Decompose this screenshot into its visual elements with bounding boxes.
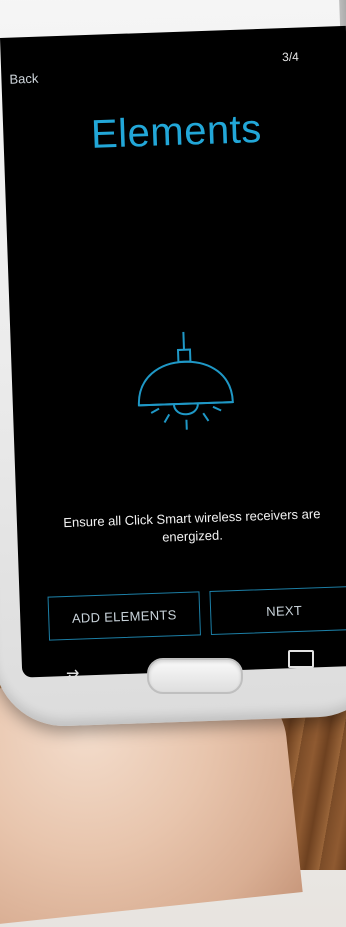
instruction-message: Ensure all Click Smart wireless receiver… [47,505,338,551]
ceiling-lamp-icon [128,330,242,444]
add-elements-button[interactable]: ADD ELEMENTS [48,591,201,640]
page-indicator: 3/4 [282,50,299,65]
hardware-home-button[interactable] [147,658,243,694]
hardware-back-key-icon[interactable]: ⇄ [66,670,88,684]
back-link[interactable]: Back [9,71,38,87]
page-title: Elements [3,104,346,161]
phone-screen: Back 3/4 Elements Ensure all Click Smart… [0,26,346,678]
hardware-menu-key-icon[interactable] [288,650,314,668]
next-button[interactable]: NEXT [209,586,346,635]
